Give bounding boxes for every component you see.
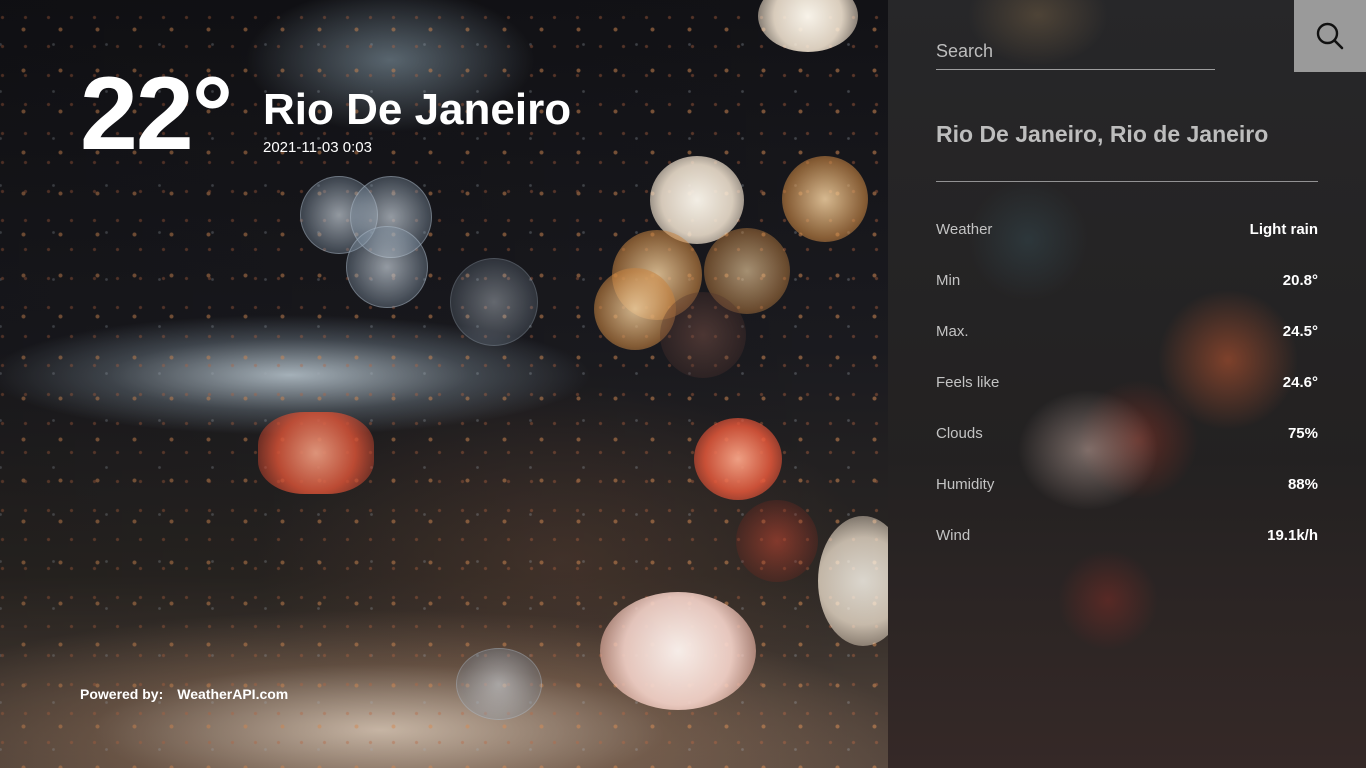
detail-value: Light rain [1249, 221, 1318, 238]
detail-label: Humidity [936, 476, 995, 493]
powered-by-label: Powered by: [80, 686, 164, 702]
search-button[interactable] [1294, 0, 1366, 72]
provider-name: WeatherAPI.com [177, 686, 289, 702]
location-title: Rio De Janeiro, Rio de Janeiro [936, 121, 1269, 147]
detail-label: Feels like [936, 374, 1000, 391]
detail-label: Min [936, 272, 961, 289]
details-panel: Rio De Janeiro, Rio de Janeiro Weather L… [888, 0, 1366, 768]
weather-details-list: Weather Light rain Min 20.8° Max. 24.5° … [936, 204, 1318, 561]
detail-label: Max. [936, 323, 969, 340]
detail-row-feels-like: Feels like 24.6° [936, 357, 1318, 408]
current-temperature: 22° [80, 56, 233, 172]
divider [936, 181, 1318, 182]
detail-row-weather: Weather Light rain [936, 204, 1318, 255]
detail-row-clouds: Clouds 75% [936, 408, 1318, 459]
detail-row-wind: Wind 19.1k/h [936, 510, 1318, 561]
local-datetime: 2021-11-03 0:03 [263, 139, 372, 156]
detail-value: 19.1k/h [1267, 527, 1318, 544]
detail-label: Wind [936, 527, 971, 544]
detail-row-min: Min 20.8° [936, 255, 1318, 306]
detail-value: 88% [1287, 476, 1318, 493]
detail-value: 75% [1287, 425, 1318, 442]
detail-value: 20.8° [1282, 272, 1318, 289]
detail-row-humidity: Humidity 88% [936, 459, 1318, 510]
detail-label: Weather [936, 221, 993, 238]
city-name: Rio De Janeiro [263, 85, 572, 134]
detail-value: 24.5° [1282, 323, 1318, 340]
detail-label: Clouds [936, 425, 983, 442]
search-icon [1315, 21, 1345, 51]
detail-row-max: Max. 24.5° [936, 306, 1318, 357]
search-input[interactable] [936, 34, 1215, 70]
powered-by: Powered by: WeatherAPI.com [80, 686, 288, 702]
detail-value: 24.6° [1282, 374, 1318, 391]
